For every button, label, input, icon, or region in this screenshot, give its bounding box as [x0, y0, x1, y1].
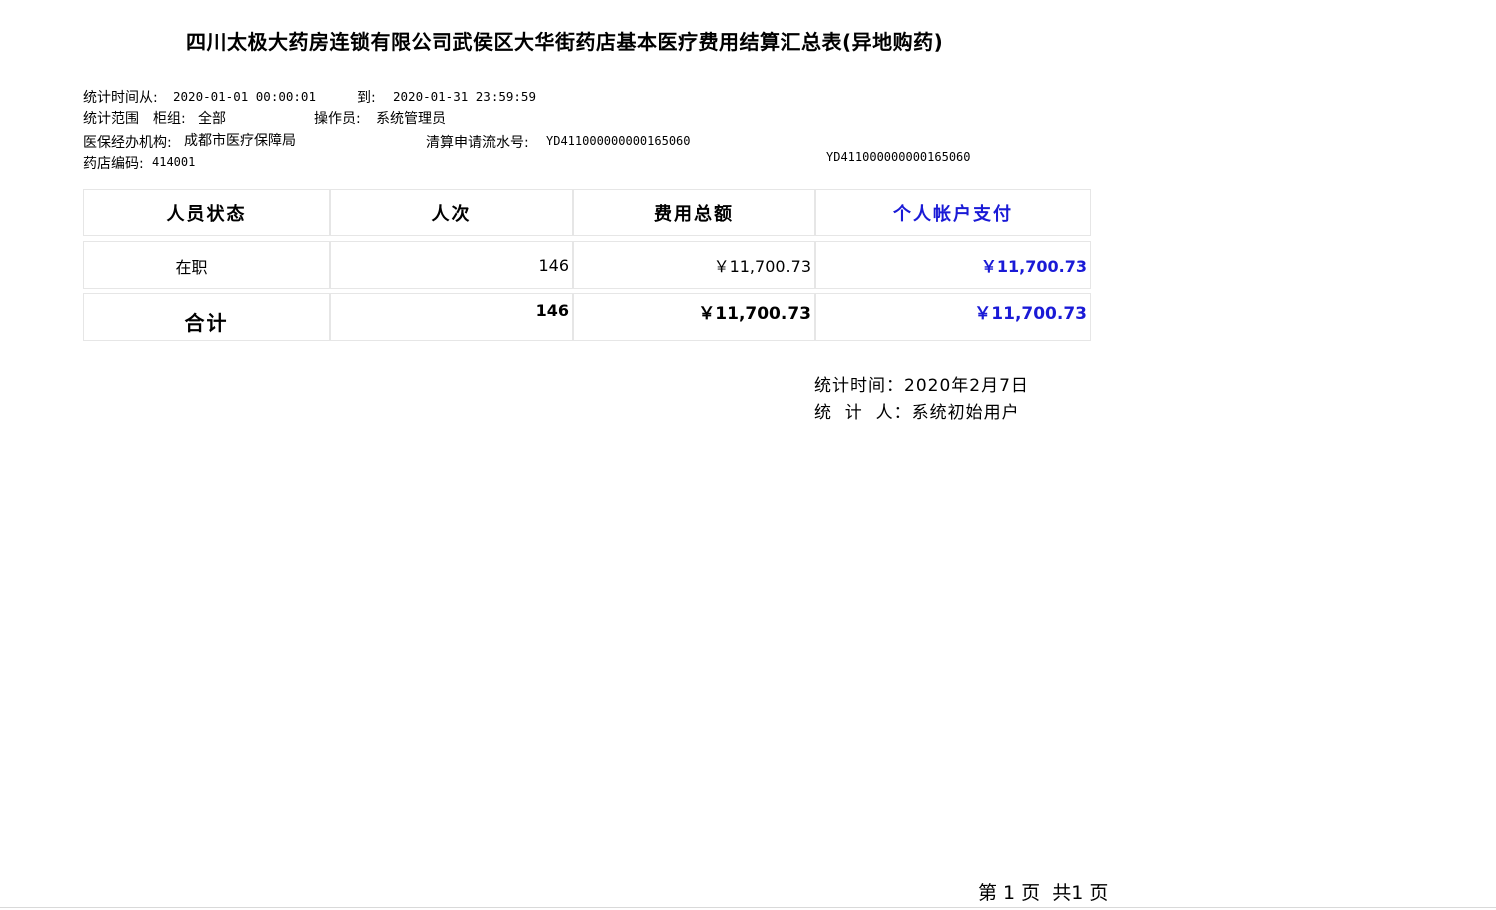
- period-to-label: 到:: [357, 90, 376, 106]
- report-title: 四川太极大药房连锁有限公司武侯区大华街药店基本医疗费用结算汇总表(异地购药): [186, 30, 944, 54]
- period-from-label: 统计时间从:: [83, 90, 158, 106]
- period-from-value: 2020-01-01 00:00:01: [173, 89, 316, 104]
- totals-count: 146: [330, 293, 573, 341]
- header-status: 人员状态: [83, 189, 330, 236]
- period-to-value: 2020-01-31 23:59:59: [393, 89, 536, 104]
- totals-row: 合计 146 ￥11,700.73 ￥11,700.73: [83, 293, 1091, 341]
- agency-value: 成都市医疗保障局: [184, 133, 296, 149]
- operator-label: 操作员:: [314, 111, 361, 127]
- stat-person: 统 计 人：系统初始用户: [814, 403, 1020, 423]
- header-personal-account: 个人帐户支付: [815, 189, 1091, 236]
- counter-group-label: 柜组:: [153, 111, 186, 127]
- row-count: 146: [330, 241, 573, 289]
- operator-value: 系统管理员: [376, 111, 446, 127]
- header-count: 人次: [330, 189, 573, 236]
- row-total: ￥11,700.73: [573, 241, 815, 289]
- stat-time: 统计时间：2020年2月7日: [814, 376, 1029, 396]
- serial-label: 清算申请流水号:: [426, 135, 529, 151]
- serial-value: YD411000000000165060: [546, 134, 691, 148]
- store-code-label: 药店编码:: [83, 156, 144, 172]
- header-total: 费用总额: [573, 189, 815, 236]
- store-code-value: 414001: [152, 155, 196, 169]
- scope-label: 统计范围: [83, 111, 139, 127]
- totals-label: 合计: [83, 293, 330, 341]
- table-header-row: 人员状态 人次 费用总额 个人帐户支付: [83, 189, 1091, 236]
- pagination: 第 1 页 共1 页: [978, 882, 1109, 904]
- table-row: 在职 146 ￥11,700.73 ￥11,700.73: [83, 241, 1091, 289]
- totals-total: ￥11,700.73: [573, 293, 815, 341]
- counter-group-value: 全部: [198, 111, 226, 127]
- agency-label: 医保经办机构:: [83, 135, 172, 151]
- page-bottom-divider: [0, 907, 1496, 908]
- totals-personal: ￥11,700.73: [815, 293, 1091, 341]
- row-status: 在职: [83, 241, 330, 289]
- row-personal: ￥11,700.73: [815, 241, 1091, 289]
- serial-value-repeat: YD411000000000165060: [826, 150, 971, 164]
